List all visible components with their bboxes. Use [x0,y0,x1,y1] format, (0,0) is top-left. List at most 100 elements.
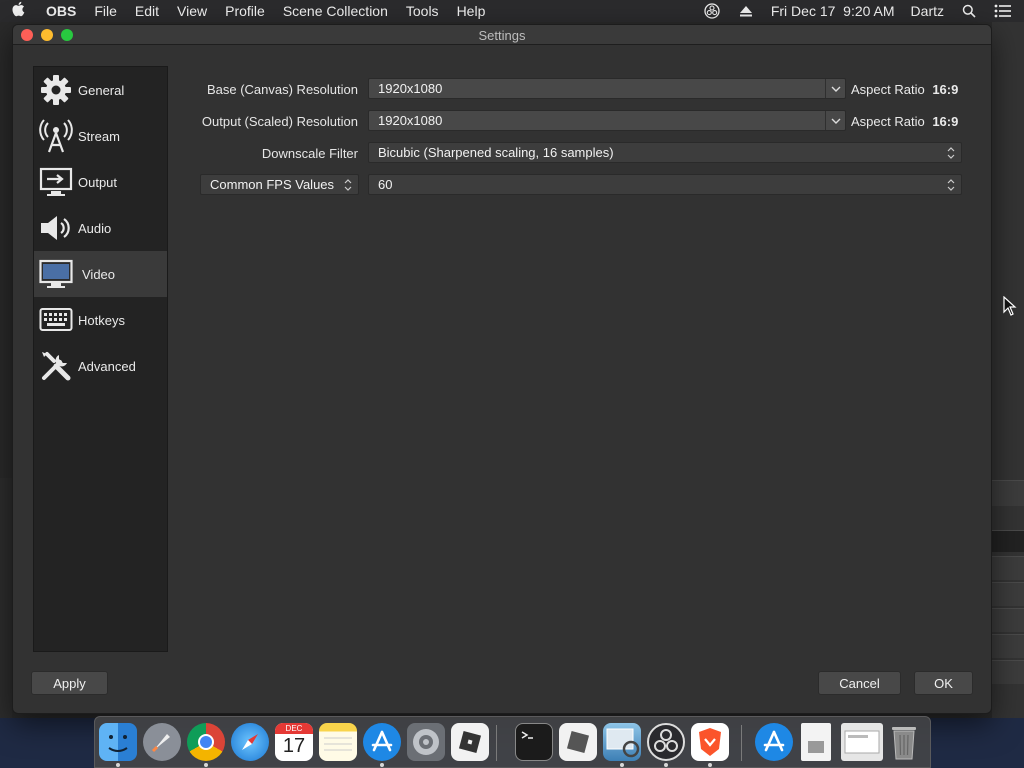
running-indicator [116,763,120,767]
aspect-ratio-prefix: Aspect Ratio [851,114,925,129]
cancel-button[interactable]: Cancel [818,671,901,695]
menu-scene-collection[interactable]: Scene Collection [274,3,397,19]
output-aspect-ratio: Aspect Ratio 16:9 [851,114,958,129]
base-resolution-combo[interactable]: 1920x1080 [368,78,846,99]
aspect-ratio-value: 16:9 [932,114,959,129]
downscale-filter-value: Bicubic (Sharpened scaling, 16 samples) [378,145,614,160]
sidebar-item-general[interactable]: General [34,67,167,113]
output-resolution-label: Output (Scaled) Resolution [201,114,358,129]
launchpad-icon[interactable] [143,723,181,761]
chevron-down-icon[interactable] [825,111,845,130]
safari-icon[interactable] [231,723,269,761]
output-monitor-icon [38,165,74,199]
fps-type-select[interactable]: Common FPS Values [200,174,359,195]
chrome-icon[interactable] [187,723,225,761]
notification-center-icon[interactable] [994,2,1012,20]
bg-panel-row [992,660,1024,684]
bg-panel-row [992,608,1024,632]
trash-icon[interactable] [889,723,919,761]
app-menu-obs[interactable]: OBS [36,3,85,19]
keyboard-icon [38,303,74,337]
app-store-downloads-icon[interactable] [755,723,793,761]
updown-chevron-icon[interactable] [941,143,961,162]
system-preferences-icon[interactable] [407,723,445,761]
preview-icon[interactable] [603,723,641,761]
fps-value: 60 [378,177,393,192]
notes-icon[interactable] [319,723,357,761]
running-indicator [380,763,384,767]
window-title: Settings [478,28,526,43]
monitor-icon [38,257,74,291]
obs-status-icon[interactable] [703,2,721,20]
finder-icon[interactable] [99,723,137,761]
menu-file[interactable]: File [85,3,126,19]
document-icon[interactable] [801,723,831,761]
sidebar-item-label: Hotkeys [78,312,125,328]
gear-icon [38,73,74,107]
base-resolution-label: Base (Canvas) Resolution [206,82,358,97]
obs-main-window-left-edge [0,478,12,718]
menu-profile[interactable]: Profile [216,3,274,19]
roblox-studio-icon[interactable] [559,723,597,761]
calendar-icon[interactable]: DEC 17 [275,723,313,761]
wrench-screwdriver-icon [38,349,74,383]
menubar-clock[interactable]: Fri Dec 17 9:20 AM [771,3,895,19]
aspect-ratio-prefix: Aspect Ratio [851,82,925,97]
apply-button[interactable]: Apply [31,671,108,695]
bg-panel-row [992,556,1024,580]
downscale-filter-select[interactable]: Bicubic (Sharpened scaling, 16 samples) [368,142,962,163]
title-bar[interactable]: Settings [13,25,991,45]
sidebar-item-video[interactable]: Video [34,251,167,297]
broadcast-tower-icon [38,119,74,153]
brave-icon[interactable] [691,723,729,761]
calendar-day: 17 [282,735,306,757]
bg-panel-row [992,582,1024,606]
sidebar-item-label: Audio [78,220,112,236]
settings-sidebar: General Stream Output Audio Video Hotkey… [33,66,168,652]
menubar-user[interactable]: Dartz [911,3,944,19]
downscale-filter-label: Downscale Filter [261,146,358,161]
spotlight-search-icon[interactable] [960,2,978,20]
output-resolution-combo[interactable]: 1920x1080 [368,110,846,131]
sidebar-item-label: Advanced [78,358,136,374]
sidebar-item-hotkeys[interactable]: Hotkeys [34,297,167,343]
obs-icon[interactable] [647,723,685,761]
mouse-cursor-icon [1003,295,1017,321]
menu-tools[interactable]: Tools [397,3,448,19]
updown-chevron-icon[interactable] [338,175,358,194]
speaker-icon [38,211,74,245]
sidebar-item-advanced[interactable]: Advanced [34,343,167,389]
settings-window: Settings General Stream Output Audio Vid… [12,24,992,714]
sidebar-item-audio[interactable]: Audio [34,205,167,251]
roblox-icon[interactable] [451,723,489,761]
running-indicator [664,763,668,767]
sidebar-item-output[interactable]: Output [34,159,167,205]
chevron-down-icon[interactable] [825,79,845,98]
base-aspect-ratio: Aspect Ratio 16:9 [851,82,958,97]
menu-view[interactable]: View [168,3,216,19]
sidebar-item-stream[interactable]: Stream [34,113,167,159]
running-indicator [204,763,208,767]
terminal-icon[interactable] [515,723,553,761]
calendar-month: DEC [275,723,313,734]
bg-panel-row [992,634,1024,658]
base-resolution-value: 1920x1080 [378,81,443,96]
app-store-icon[interactable] [363,723,401,761]
eject-icon[interactable] [737,2,755,20]
dock-separator [741,725,742,761]
aspect-ratio-value: 16:9 [932,82,959,97]
dock: DEC 17 [94,716,931,768]
sidebar-item-label: Output [78,174,118,190]
running-indicator [620,763,624,767]
menu-edit[interactable]: Edit [126,3,168,19]
output-resolution-value: 1920x1080 [378,113,443,128]
sidebar-item-label: General [78,82,125,98]
screenshot-icon[interactable] [841,723,883,761]
fps-value-select[interactable]: 60 [368,174,962,195]
updown-chevron-icon[interactable] [941,175,961,194]
ok-button[interactable]: OK [914,671,973,695]
apple-menu-icon[interactable] [0,1,36,22]
menu-help[interactable]: Help [448,3,495,19]
running-indicator [708,763,712,767]
sidebar-item-label: Stream [78,128,120,144]
